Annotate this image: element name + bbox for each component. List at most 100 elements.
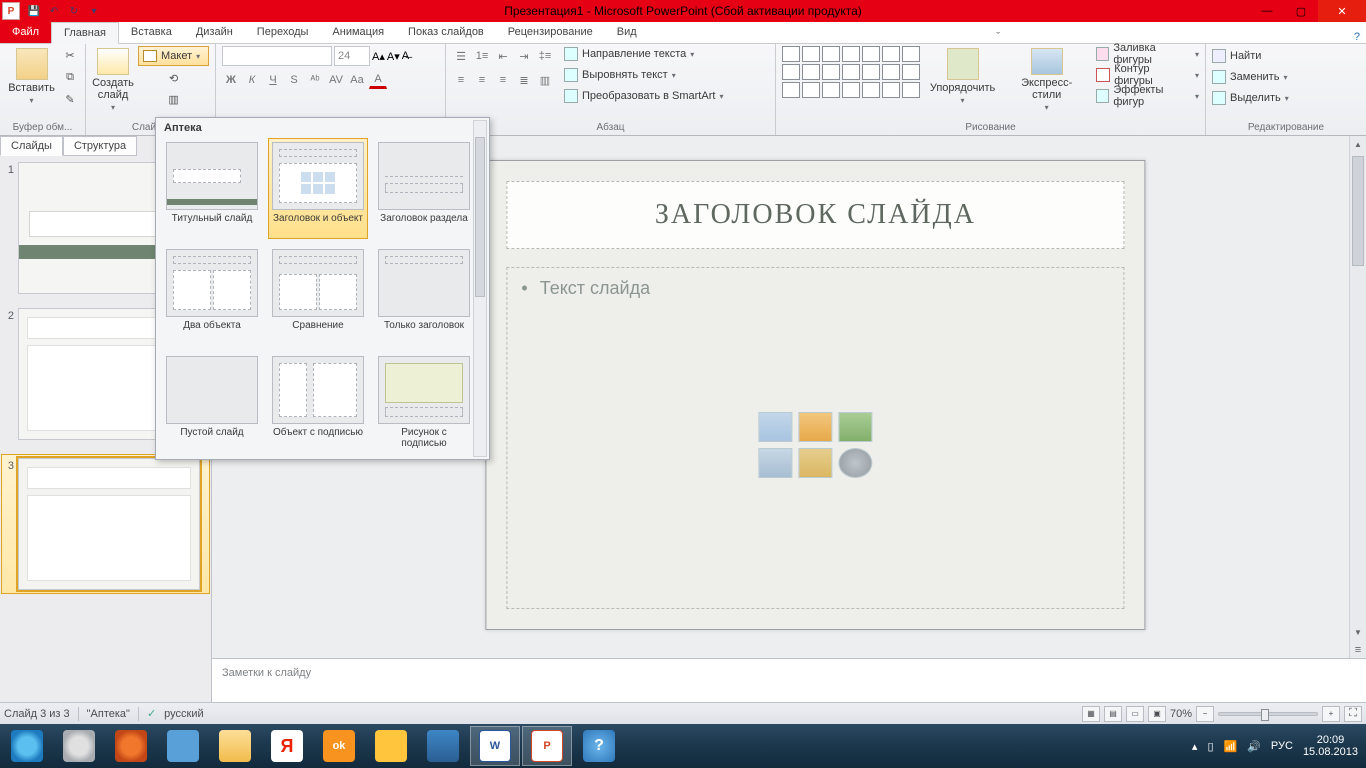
convert-smartart-button[interactable]: Преобразовать в SmartArt▾ [564,88,723,104]
tray-volume-icon[interactable]: 🔊 [1247,740,1261,753]
scroll-up-icon[interactable]: ▲ [1350,136,1366,153]
content-placeholder[interactable]: Текст слайда [506,267,1124,609]
insert-media-icon[interactable] [838,448,872,478]
indent-inc-icon[interactable]: ⇥ [515,47,533,65]
tab-insert[interactable]: Вставка [119,21,184,43]
qat-redo-icon[interactable]: ↻ [64,2,84,20]
tab-file[interactable]: Файл [0,21,51,43]
status-language[interactable]: русский [164,708,203,720]
editor-vertical-scrollbar[interactable]: ▲ ▼ ≡ [1349,136,1366,658]
help-icon[interactable]: ? [1348,31,1366,43]
font-color-icon[interactable]: A [369,71,387,89]
line-spacing-icon[interactable]: ‡≡ [536,47,554,65]
qat-customize-icon[interactable]: ▾ [84,2,104,20]
grow-font-icon[interactable]: A▴ [372,50,385,63]
layout-item-content-caption[interactable]: Объект с подписью [268,352,368,453]
tray-language[interactable]: РУС [1271,740,1293,752]
tab-review[interactable]: Рецензирование [496,21,605,43]
arrange-button[interactable]: Упорядочить ▾ [928,46,997,114]
notes-pane[interactable]: Заметки к слайду [212,658,1366,702]
insert-smartart-icon[interactable] [838,412,872,442]
layout-item-blank[interactable]: Пустой слайд [162,352,262,453]
insert-chart-icon[interactable] [798,412,832,442]
tab-slideshow[interactable]: Показ слайдов [396,21,496,43]
italic-icon[interactable]: К [243,71,261,89]
tab-view[interactable]: Вид [605,21,649,43]
section-button[interactable]: ▥ [138,90,209,108]
tab-animation[interactable]: Анимация [320,21,396,43]
align-right-icon[interactable]: ≡ [494,71,512,89]
layout-item-title-only[interactable]: Только заголовок [374,245,474,346]
underline-icon[interactable]: Ч [264,71,282,89]
align-text-button[interactable]: Выровнять текст▾ [564,67,723,83]
tab-slides-thumbnails[interactable]: Слайды [0,136,63,156]
scroll-menu-icon[interactable]: ≡ [1350,641,1366,658]
taskbar-misc[interactable] [366,726,416,766]
copy-icon[interactable]: ⧉ [61,68,79,86]
taskbar-ok[interactable]: ok [314,726,364,766]
taskbar-firefox[interactable] [106,726,156,766]
qat-save-icon[interactable]: 💾 [24,2,44,20]
zoom-value[interactable]: 70% [1170,708,1192,720]
paste-button[interactable]: Вставить ▾ [6,46,57,114]
tab-transitions[interactable]: Переходы [245,21,321,43]
current-slide[interactable]: ЗАГОЛОВОК СЛАЙДА Текст слайда [485,160,1145,630]
taskbar-explorer[interactable] [210,726,260,766]
char-spacing-icon[interactable]: AV [327,71,345,89]
popup-scrollbar[interactable] [473,120,487,457]
zoom-slider-knob[interactable] [1261,709,1269,721]
zoom-slider[interactable] [1218,712,1318,716]
taskbar-powerpoint[interactable]: P [522,726,572,766]
app-icon[interactable]: P [2,2,20,20]
view-slideshow-button[interactable]: ▣ [1148,706,1166,722]
layout-item-two-content[interactable]: Два объекта [162,245,262,346]
tray-battery-icon[interactable]: ▯ [1207,740,1213,753]
tab-home[interactable]: Главная [51,22,119,44]
indent-dec-icon[interactable]: ⇤ [494,47,512,65]
view-normal-button[interactable]: ▦ [1082,706,1100,722]
popup-scroll-thumb[interactable] [475,137,485,297]
format-painter-icon[interactable]: ✎ [61,90,79,108]
ribbon-minimize-icon[interactable]: ˇ [990,31,1006,43]
layout-item-section-header[interactable]: Заголовок раздела [374,138,474,239]
find-button[interactable]: Найти [1212,48,1360,64]
font-size-combo[interactable] [334,46,370,66]
cut-icon[interactable]: ✂ [61,46,79,64]
taskbar-word[interactable]: W [470,726,520,766]
columns-icon[interactable]: ▥ [536,71,554,89]
view-reading-button[interactable]: ▭ [1126,706,1144,722]
layout-item-title-slide[interactable]: Титульный слайд [162,138,262,239]
text-direction-button[interactable]: Направление текста▾ [564,46,723,62]
justify-icon[interactable]: ≣ [515,71,533,89]
taskbar-picture[interactable] [418,726,468,766]
numbering-icon[interactable]: 1≡ [473,47,491,65]
insert-clipart-icon[interactable] [798,448,832,478]
spellcheck-icon[interactable]: ✓ [147,707,156,720]
tray-chevron-icon[interactable]: ▴ [1192,740,1198,753]
tray-clock[interactable]: 20:09 15.08.2013 [1303,734,1358,758]
taskbar-hp[interactable] [54,726,104,766]
clear-format-icon[interactable]: A̶ [402,50,409,62]
tab-design[interactable]: Дизайн [184,21,245,43]
layout-item-picture-caption[interactable]: Рисунок с подписью [374,352,474,453]
fit-to-window-button[interactable]: ⛶ [1344,706,1362,722]
shrink-font-icon[interactable]: A▾ [387,50,400,63]
case-icon[interactable]: Aa [348,71,366,89]
insert-picture-icon[interactable] [758,448,792,478]
layout-button[interactable]: Макет ▾ [138,46,209,66]
thumbnail-slide-3[interactable]: 3 [1,454,210,594]
quick-styles-button[interactable]: Экспресс-стили ▾ [1005,46,1088,114]
maximize-button[interactable]: ▢ [1284,0,1318,22]
qat-undo-icon[interactable]: ↶ [44,2,64,20]
new-slide-button[interactable]: Создать слайд ▾ [92,46,134,114]
title-placeholder[interactable]: ЗАГОЛОВОК СЛАЙДА [506,181,1124,249]
strike-icon[interactable]: S [285,71,303,89]
close-button[interactable]: ✕ [1318,0,1366,22]
bold-icon[interactable]: Ж [222,71,240,89]
tab-outline[interactable]: Структура [63,136,137,156]
taskbar-email[interactable] [158,726,208,766]
shape-outline-button[interactable]: Контур фигуры▾ [1096,67,1199,83]
align-left-icon[interactable]: ≡ [452,71,470,89]
replace-button[interactable]: Заменить▾ [1212,69,1360,85]
align-center-icon[interactable]: ≡ [473,71,491,89]
